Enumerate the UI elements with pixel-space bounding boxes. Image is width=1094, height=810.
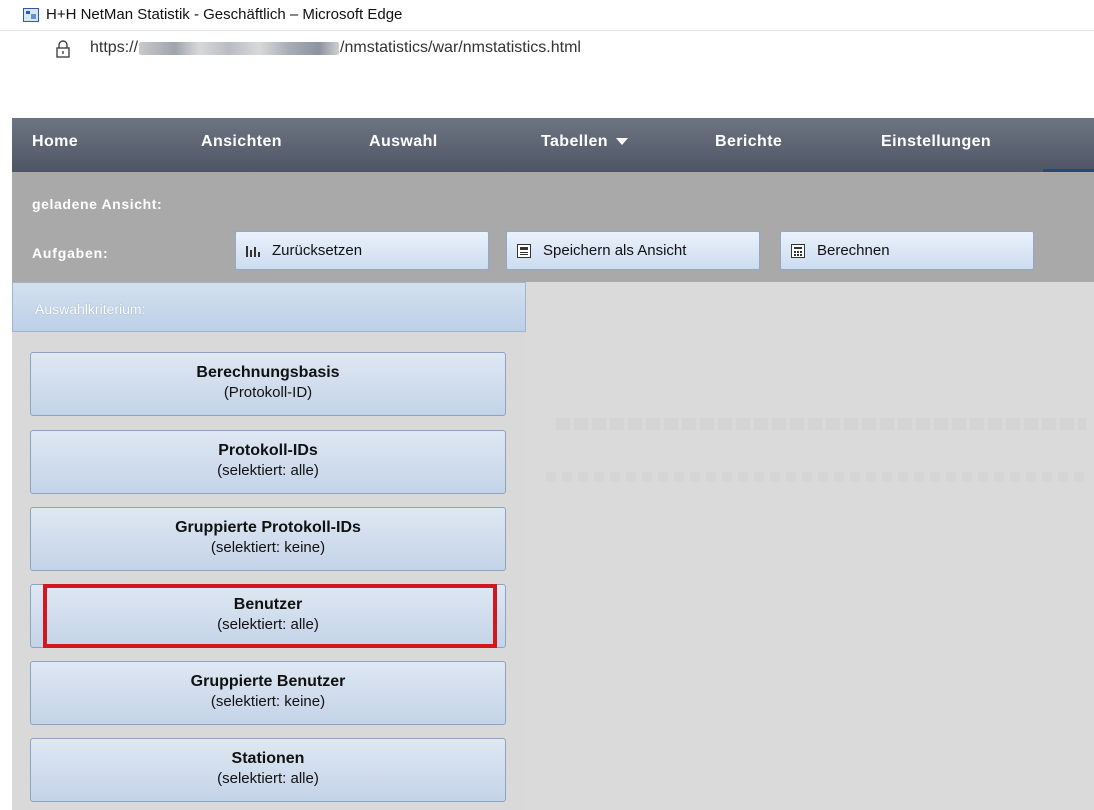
criterion-title: Stationen (231, 750, 305, 767)
criterion-gruppierte-benutzer[interactable]: Gruppierte Benutzer (selektiert: keine) (30, 661, 506, 725)
window-title: H+H NetMan Statistik - Geschäftlich – Mi… (46, 6, 403, 23)
criterion-protokoll-ids[interactable]: Protokoll-IDs (selektiert: alle) (30, 430, 506, 494)
criterion-subtitle: (selektiert: keine) (210, 539, 326, 556)
criterion-subtitle: (selektiert: alle) (217, 770, 319, 787)
criterion-benutzer[interactable]: Benutzer (selektiert: alle) (30, 584, 506, 648)
criterion-title: Benutzer (233, 596, 303, 613)
url-path: /nmstatistics/war/nmstatistics.html (340, 39, 581, 56)
dropdown-caret-icon (615, 138, 628, 146)
criterion-subtitle: (selektiert: keine) (210, 693, 326, 710)
main-nav: Home Ansichten Auswahl Tabellen Berichte… (12, 118, 1094, 175)
faded-background-text (546, 472, 1086, 482)
loaded-view-label: geladene Ansicht: (32, 196, 163, 212)
browser-chrome: H+H NetMan Statistik - Geschäftlich – Mi… (0, 0, 1094, 66)
criterion-subtitle: (selektiert: alle) (217, 462, 319, 479)
nav-auswahl[interactable]: Auswahl (369, 133, 438, 151)
save-as-view-button-label: Speichern als Ansicht (543, 242, 687, 259)
app-icon (23, 8, 39, 22)
calculator-icon (791, 243, 805, 258)
bar-chart-icon (246, 244, 260, 258)
url-prefix: https:// (90, 39, 139, 56)
faded-background-text (556, 418, 1086, 430)
criterion-title: Gruppierte Protokoll-IDs (175, 519, 361, 536)
content-area (526, 282, 1094, 810)
reset-button[interactable]: Zurücksetzen (235, 231, 489, 270)
title-bar: H+H NetMan Statistik - Geschäftlich – Mi… (0, 0, 1094, 31)
panel-header: Auswahlkriterium: (12, 282, 526, 332)
nav-ansichten[interactable]: Ansichten (201, 133, 282, 151)
nav-home[interactable]: Home (32, 133, 78, 151)
criterion-title: Berechnungsbasis (196, 364, 340, 381)
panel-header-label: Auswahlkriterium: (35, 301, 146, 317)
save-icon (517, 243, 531, 258)
nav-tabellen[interactable]: Tabellen (541, 133, 628, 151)
address-bar[interactable]: https:// /nmstatistics/war/nmstatistics.… (0, 31, 1094, 66)
task-toolbar: geladene Ansicht: Aufgaben: Zurücksetzen… (12, 172, 1094, 282)
criterion-stationen[interactable]: Stationen (selektiert: alle) (30, 738, 506, 802)
save-as-view-button[interactable]: Speichern als Ansicht (506, 231, 760, 270)
tasks-label: Aufgaben: (32, 245, 109, 261)
calculate-button-label: Berechnen (817, 242, 890, 259)
criterion-subtitle: (selektiert: alle) (217, 616, 319, 633)
calculate-button[interactable]: Berechnen (780, 231, 1034, 270)
reset-button-label: Zurücksetzen (272, 242, 363, 259)
url-redacted-host (139, 41, 340, 55)
page-margin (0, 66, 12, 810)
nav-berichte[interactable]: Berichte (715, 133, 782, 151)
lock-icon (56, 40, 70, 58)
url-text[interactable]: https:// /nmstatistics/war/nmstatistics.… (90, 39, 581, 57)
nav-einstellungen[interactable]: Einstellungen (881, 133, 991, 151)
criterion-subtitle: (Protokoll-ID) (223, 384, 313, 401)
criterion-title: Protokoll-IDs (218, 442, 318, 459)
nav-tabellen-label: Tabellen (541, 133, 608, 150)
criterion-berechnungsbasis[interactable]: Berechnungsbasis (Protokoll-ID) (30, 352, 506, 416)
criterion-title: Gruppierte Benutzer (190, 673, 346, 690)
criterion-gruppierte-protokoll-ids[interactable]: Gruppierte Protokoll-IDs (selektiert: ke… (30, 507, 506, 571)
